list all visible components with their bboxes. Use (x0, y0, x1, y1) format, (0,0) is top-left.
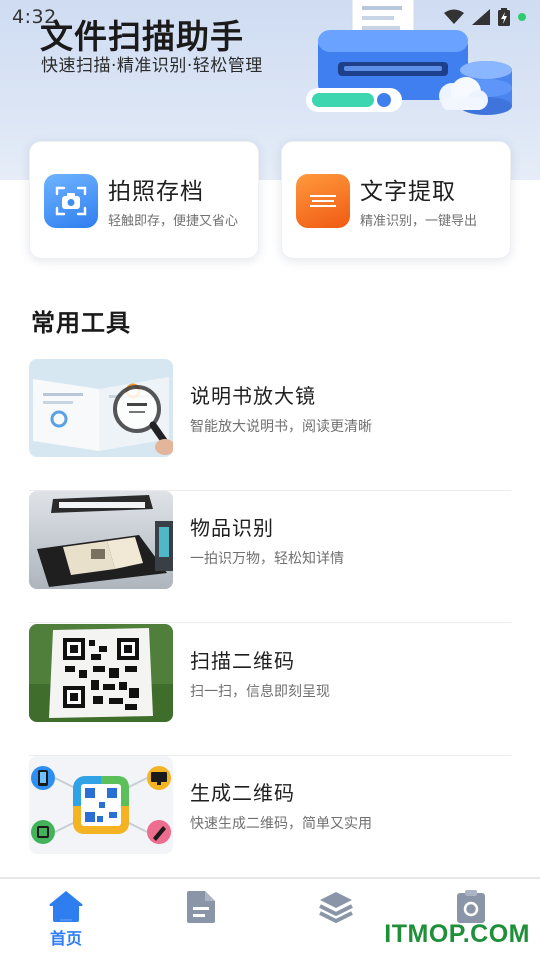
tool-desc: 一拍识万物，轻松知详情 (190, 551, 344, 567)
signal-icon (472, 9, 490, 25)
tool-item-object-recognition[interactable]: 物品识别 一拍识万物，轻松知详情 (29, 491, 511, 623)
tool-title: 生成二维码 (190, 781, 295, 805)
text-lines-icon (296, 174, 350, 228)
home-icon (49, 891, 83, 922)
feature-card-title: 拍照存档 (108, 179, 204, 205)
feature-card-photo-archive[interactable]: 拍照存档 轻触即存，便捷又省心 (29, 141, 259, 259)
tool-title: 扫描二维码 (190, 649, 295, 673)
tools-section-title: 常用工具 (31, 309, 131, 337)
tool-title: 说明书放大镜 (190, 384, 316, 408)
battery-icon (498, 8, 510, 26)
document-icon (187, 891, 215, 923)
tool-item-scan-qr[interactable]: 扫描二维码 扫一扫，信息即刻呈现 (29, 624, 511, 756)
wifi-icon (444, 9, 464, 24)
feature-card-text-extract[interactable]: 文字提取 精准识别，一键导出 (281, 141, 511, 259)
camera-icon (44, 174, 98, 228)
scanner-book-image (29, 491, 173, 589)
tool-desc: 快速生成二维码，简单又实用 (190, 816, 372, 832)
nav-item-home[interactable]: 首页 (31, 889, 101, 953)
tool-item-generate-qr[interactable]: 生成二维码 快速生成二维码，简单又实用 (29, 756, 511, 888)
status-time: 4:32 (12, 6, 57, 28)
nav-label-home: 首页 (49, 929, 82, 948)
feature-card-title: 文字提取 (360, 179, 456, 205)
tool-desc: 智能放大说明书，阅读更清晰 (190, 419, 372, 435)
tool-item-manual-magnifier[interactable]: 说明书放大镜 智能放大说明书，阅读更清晰 (29, 359, 511, 491)
feature-card-desc: 精准识别，一键导出 (360, 214, 478, 229)
watermark-text: ITMOP.COM (384, 920, 530, 948)
nav-item-layers[interactable] (301, 889, 371, 953)
tool-title: 物品识别 (190, 516, 274, 540)
tool-desc: 扫一扫，信息即刻呈现 (190, 684, 330, 700)
qr-code-grass-image (29, 624, 173, 722)
qr-devices-image (29, 756, 173, 854)
status-dot (518, 13, 526, 21)
status-bar: 4:32 (0, 0, 540, 34)
nav-item-documents[interactable] (166, 889, 236, 953)
layers-icon (319, 892, 353, 923)
feature-card-desc: 轻触即存，便捷又省心 (108, 214, 239, 229)
status-icons (444, 8, 526, 26)
magnifier-manual-image (29, 359, 173, 457)
